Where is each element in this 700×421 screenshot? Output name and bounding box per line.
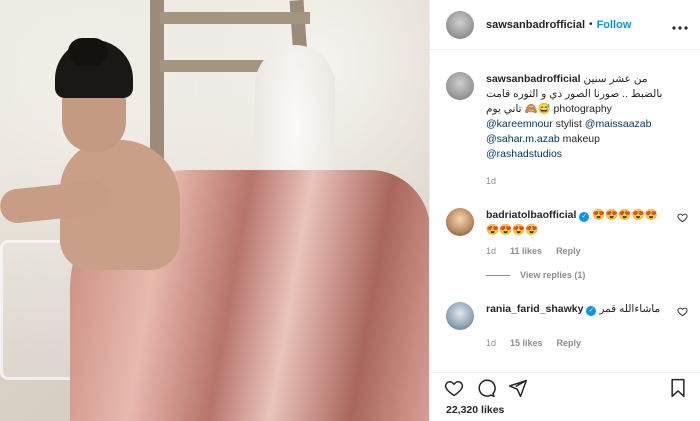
post-photo[interactable] bbox=[0, 0, 429, 421]
comment-likes-count[interactable]: 11 likes bbox=[510, 246, 542, 256]
instagram-post-view: sawsanbadrofficial • Follow sawsanbadrof… bbox=[0, 0, 700, 421]
comment-body: ماشاءالله قمر bbox=[599, 303, 661, 315]
caption-line: من عشر سنين bbox=[583, 73, 648, 85]
comment-meta: 1d 15 likes Reply bbox=[486, 338, 688, 348]
model-hair-bun bbox=[68, 38, 108, 66]
post-action-bar bbox=[430, 372, 700, 402]
caption-timestamp[interactable]: 1d bbox=[486, 176, 688, 186]
view-replies-button[interactable]: View replies (1) bbox=[486, 270, 688, 280]
author-avatar[interactable] bbox=[446, 10, 474, 39]
comment-like-icon[interactable] bbox=[677, 208, 688, 226]
comment-like-icon[interactable] bbox=[677, 302, 688, 320]
caption-line: بالضبط .. صورنا الصور دي و الثوره قامت bbox=[486, 88, 663, 100]
bookmark-icon[interactable] bbox=[668, 378, 688, 398]
post-caption: sawsanbadrofficial من عشر سنين بالضبط ..… bbox=[446, 50, 688, 162]
caption-text: sawsanbadrofficial من عشر سنين بالضبط ..… bbox=[486, 72, 676, 162]
view-replies-label[interactable]: View replies (1) bbox=[520, 270, 585, 280]
comment-meta: 1d 11 likes Reply bbox=[486, 246, 688, 256]
comment-timestamp[interactable]: 1d bbox=[486, 338, 496, 348]
separator-dot: • bbox=[589, 19, 593, 30]
commenter-avatar[interactable] bbox=[446, 208, 474, 236]
comment-text: rania_farid_shawky ✓ ماشاءالله قمر bbox=[486, 302, 666, 317]
verified-icon: ✓ bbox=[579, 212, 590, 222]
caption-word: stylist bbox=[555, 118, 582, 130]
comments-scroll-area[interactable]: sawsanbadrofficial من عشر سنين بالضبط ..… bbox=[430, 50, 700, 372]
mention-link[interactable]: @sahar.m.azab bbox=[486, 133, 560, 145]
comment-text: badriatolbaofficial ✓ 😍😍😍😍😍😍😍😍😍 bbox=[486, 208, 666, 238]
comment-item: rania_farid_shawky ✓ ماشاءالله قمر bbox=[446, 302, 688, 330]
comment-likes-count[interactable]: 15 likes bbox=[510, 338, 543, 348]
heart-icon[interactable] bbox=[444, 378, 464, 398]
caption-username[interactable]: sawsanbadrofficial bbox=[486, 73, 581, 85]
caption-word: makeup bbox=[562, 133, 600, 145]
author-avatar[interactable] bbox=[446, 72, 474, 100]
commenter-username[interactable]: badriatolbaofficial bbox=[486, 209, 576, 221]
share-icon[interactable] bbox=[508, 378, 528, 398]
mention-link[interactable]: @kareemnour bbox=[486, 118, 553, 130]
mention-link[interactable]: @rashadstudios bbox=[486, 148, 562, 160]
comment-item: badriatolbaofficial ✓ 😍😍😍😍😍😍😍😍😍 bbox=[446, 208, 688, 238]
caption-line: تاني يوم 🙈😅 photography bbox=[486, 103, 612, 115]
reply-button[interactable]: Reply bbox=[557, 338, 582, 348]
reply-button[interactable]: Reply bbox=[556, 246, 581, 256]
verified-icon: ✓ bbox=[586, 306, 597, 316]
mention-link[interactable]: @maissaazab bbox=[585, 118, 652, 130]
author-username[interactable]: sawsanbadrofficial bbox=[486, 19, 585, 31]
commenter-username[interactable]: rania_farid_shawky bbox=[486, 303, 583, 315]
replies-divider-line bbox=[486, 274, 510, 276]
ladder-rung bbox=[160, 12, 310, 24]
follow-button[interactable]: Follow bbox=[597, 19, 632, 31]
more-icon[interactable] bbox=[672, 17, 688, 33]
post-side-panel: sawsanbadrofficial • Follow sawsanbadrof… bbox=[429, 0, 700, 421]
post-likes-count[interactable]: 22,320 likes bbox=[446, 404, 504, 416]
comment-timestamp[interactable]: 1d bbox=[486, 246, 496, 256]
comment-icon[interactable] bbox=[476, 378, 496, 398]
commenter-avatar[interactable] bbox=[446, 302, 474, 330]
post-header: sawsanbadrofficial • Follow bbox=[430, 0, 700, 50]
